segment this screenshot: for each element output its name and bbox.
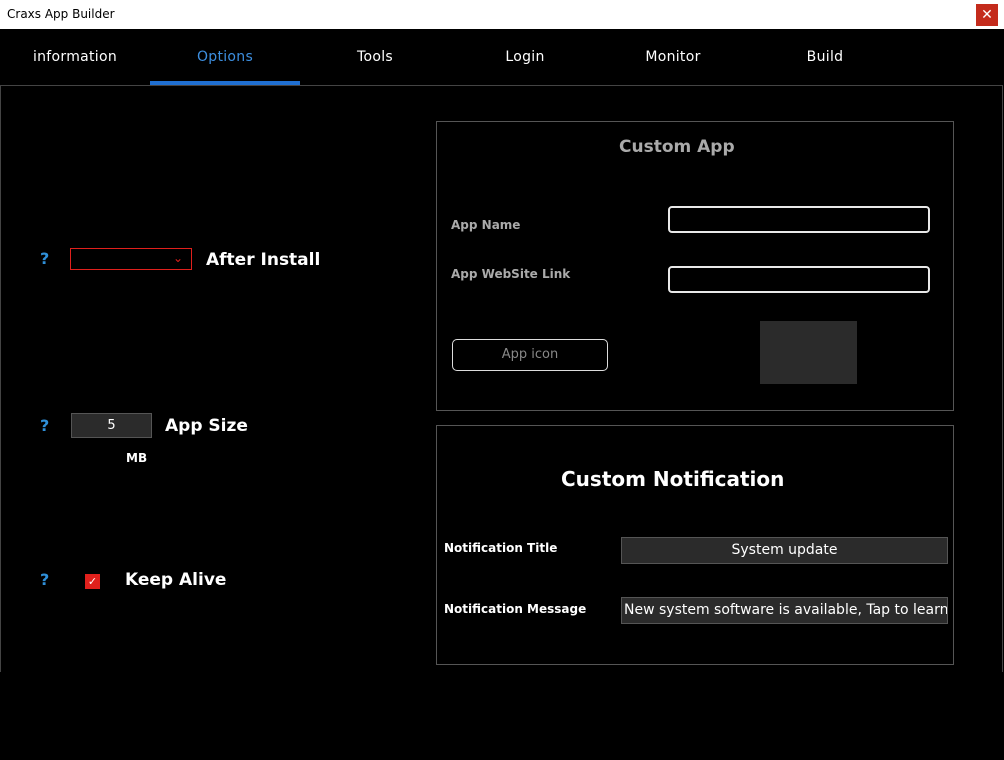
tab-build[interactable]: Build bbox=[750, 29, 900, 85]
tab-information[interactable]: information bbox=[0, 29, 150, 85]
window-title: Craxs App Builder bbox=[7, 7, 115, 21]
app-name-input[interactable] bbox=[668, 206, 930, 233]
app-size-label: App Size bbox=[165, 416, 248, 436]
title-bar: Craxs App Builder ✕ bbox=[0, 0, 1004, 29]
chevron-down-icon: ⌄ bbox=[172, 251, 183, 265]
notification-message-input[interactable]: New system software is available, Tap to… bbox=[621, 597, 948, 624]
close-icon[interactable]: ✕ bbox=[976, 4, 998, 26]
tab-bar: information Options Tools Login Monitor … bbox=[0, 29, 1004, 85]
tab-tools[interactable]: Tools bbox=[300, 29, 450, 85]
custom-app-title: Custom App bbox=[619, 137, 735, 157]
tab-login[interactable]: Login bbox=[450, 29, 600, 85]
help-icon[interactable]: ? bbox=[40, 249, 49, 268]
custom-notification-title: Custom Notification bbox=[561, 467, 785, 491]
app-name-label: App Name bbox=[451, 218, 521, 232]
notification-title-label: Notification Title bbox=[444, 541, 558, 555]
tab-monitor[interactable]: Monitor bbox=[598, 29, 748, 85]
help-icon[interactable]: ? bbox=[40, 416, 49, 435]
notification-message-label: Notification Message bbox=[444, 602, 587, 616]
keep-alive-label: Keep Alive bbox=[125, 570, 227, 590]
help-icon[interactable]: ? bbox=[40, 570, 49, 589]
notification-title-input[interactable]: System update bbox=[621, 537, 948, 564]
app-icon-preview bbox=[760, 321, 857, 384]
after-install-label: After Install bbox=[206, 250, 321, 270]
tab-options[interactable]: Options bbox=[150, 29, 300, 85]
after-install-select[interactable]: ⌄ bbox=[70, 248, 192, 270]
app-size-input[interactable]: 5 bbox=[71, 413, 152, 438]
app-size-unit: MB bbox=[126, 451, 148, 465]
app-icon-button[interactable]: App icon bbox=[452, 339, 608, 371]
website-link-label: App WebSite Link bbox=[451, 267, 571, 281]
keep-alive-checkbox[interactable]: ✓ bbox=[85, 574, 100, 589]
website-link-input[interactable] bbox=[668, 266, 930, 293]
